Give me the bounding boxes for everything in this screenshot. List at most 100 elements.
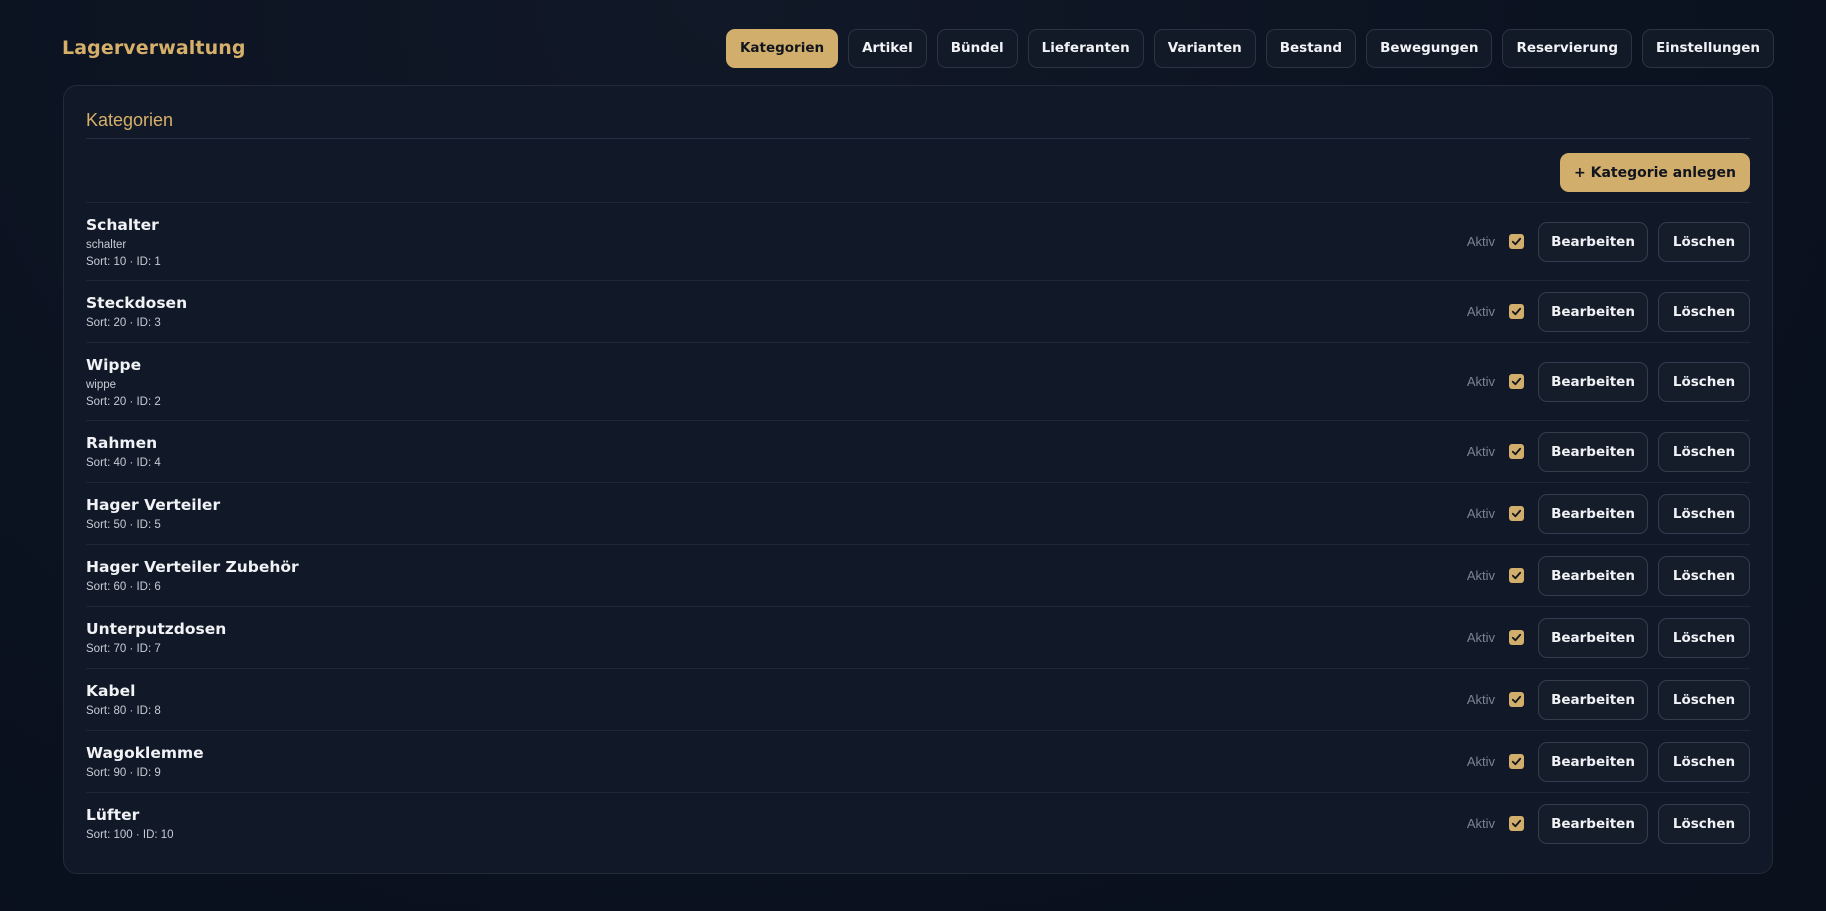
active-checkbox[interactable] — [1509, 304, 1524, 319]
active-checkbox[interactable] — [1509, 630, 1524, 645]
active-checkbox[interactable] — [1509, 506, 1524, 521]
edit-button[interactable]: Bearbeiten — [1538, 741, 1648, 782]
active-checkbox[interactable] — [1509, 816, 1524, 831]
delete-button[interactable]: Löschen — [1658, 741, 1750, 782]
checkmark-icon — [1511, 757, 1522, 766]
edit-button[interactable]: Bearbeiten — [1538, 803, 1648, 844]
row-actions: Aktiv Bearbeiten Löschen — [1466, 555, 1750, 596]
delete-button[interactable]: Löschen — [1658, 679, 1750, 720]
category-row: Steckdosen Sort: 20 · ID: 3 Aktiv Bearbe… — [86, 280, 1750, 342]
tab-bewegungen[interactable]: Bewegungen — [1366, 28, 1493, 68]
row-actions: Aktiv Bearbeiten Löschen — [1466, 431, 1750, 472]
active-label: Aktiv — [1466, 234, 1495, 249]
active-checkbox[interactable] — [1509, 568, 1524, 583]
active-checkbox[interactable] — [1509, 374, 1524, 389]
category-slug: wippe — [86, 378, 117, 391]
category-name: Hager Verteiler — [86, 496, 221, 514]
row-actions: Aktiv Bearbeiten Löschen — [1466, 493, 1750, 534]
category-row: Kabel Sort: 80 · ID: 8 Aktiv Bearbeiten … — [86, 668, 1750, 730]
category-info: Lüfter Sort: 100 · ID: 10 — [86, 806, 174, 841]
checkmark-icon — [1511, 509, 1522, 518]
category-info: Kabel Sort: 80 · ID: 8 — [86, 682, 161, 717]
category-meta: Sort: 90 · ID: 9 — [86, 767, 161, 779]
active-label: Aktiv — [1466, 374, 1495, 389]
tab-kategorien[interactable]: Kategorien — [725, 28, 839, 68]
category-name: Wippe — [86, 355, 142, 374]
category-info: Rahmen Sort: 40 · ID: 4 — [86, 434, 161, 469]
category-row: Hager Verteiler Zubehör Sort: 60 · ID: 6… — [86, 544, 1750, 606]
row-actions: Aktiv Bearbeiten Löschen — [1466, 361, 1750, 402]
category-name: Steckdosen — [86, 294, 188, 312]
panel-title: Kategorien — [86, 110, 174, 130]
delete-button[interactable]: Löschen — [1658, 221, 1750, 262]
active-label: Aktiv — [1466, 444, 1495, 459]
edit-button[interactable]: Bearbeiten — [1538, 555, 1648, 596]
edit-button[interactable]: Bearbeiten — [1538, 617, 1648, 658]
active-label: Aktiv — [1466, 568, 1495, 583]
category-meta: Sort: 20 · ID: 3 — [86, 317, 161, 329]
category-info: Hager Verteiler Zubehör Sort: 60 · ID: 6 — [86, 558, 299, 593]
active-checkbox[interactable] — [1509, 234, 1524, 249]
checkmark-icon — [1511, 377, 1522, 386]
edit-button[interactable]: Bearbeiten — [1538, 291, 1648, 332]
delete-button[interactable]: Löschen — [1658, 361, 1750, 402]
category-row: Wippe wippe Sort: 20 · ID: 2 Aktiv Bearb… — [86, 342, 1750, 420]
category-info: Steckdosen Sort: 20 · ID: 3 — [86, 294, 187, 329]
category-row: Rahmen Sort: 40 · ID: 4 Aktiv Bearbeiten… — [86, 420, 1750, 482]
category-name: Unterputzdosen — [86, 620, 227, 638]
category-meta: Sort: 10 · ID: 1 — [86, 255, 161, 268]
checkmark-icon — [1511, 819, 1522, 828]
tab-varianten[interactable]: Varianten — [1153, 28, 1256, 68]
checkmark-icon — [1511, 307, 1522, 316]
delete-button[interactable]: Löschen — [1658, 431, 1750, 472]
tab-reservierung[interactable]: Reservierung — [1502, 28, 1632, 68]
category-info: Wippe wippe Sort: 20 · ID: 2 — [86, 356, 161, 408]
checkmark-icon — [1511, 633, 1522, 642]
delete-button[interactable]: Löschen — [1658, 617, 1750, 658]
edit-button[interactable]: Bearbeiten — [1538, 431, 1648, 472]
active-checkbox[interactable] — [1509, 754, 1524, 769]
row-actions: Aktiv Bearbeiten Löschen — [1467, 291, 1750, 332]
row-actions: Aktiv Bearbeiten Löschen — [1466, 803, 1750, 844]
active-label: Aktiv — [1466, 506, 1495, 521]
category-info: Wagoklemme Sort: 90 · ID: 9 — [86, 744, 204, 779]
checkmark-icon — [1511, 447, 1522, 456]
active-label: Aktiv — [1466, 754, 1495, 769]
tab-lieferanten[interactable]: Lieferanten — [1027, 28, 1144, 68]
active-checkbox[interactable] — [1509, 444, 1524, 459]
tab-einstellungen[interactable]: Einstellungen — [1641, 28, 1774, 68]
category-row: Unterputzdosen Sort: 70 · ID: 7 Aktiv Be… — [86, 606, 1750, 668]
delete-button[interactable]: Löschen — [1658, 291, 1750, 332]
category-meta: Sort: 60 · ID: 6 — [86, 581, 161, 593]
tab-buendel[interactable]: Bündel — [936, 28, 1018, 68]
edit-button[interactable]: Bearbeiten — [1538, 679, 1648, 720]
category-row: Hager Verteiler Sort: 50 · ID: 5 Aktiv B… — [86, 482, 1750, 544]
category-row: Schalter schalter Sort: 10 · ID: 1 Aktiv… — [86, 202, 1750, 280]
delete-button[interactable]: Löschen — [1658, 493, 1750, 534]
active-label: Aktiv — [1466, 630, 1495, 645]
tab-bestand[interactable]: Bestand — [1265, 28, 1357, 68]
edit-button[interactable]: Bearbeiten — [1538, 493, 1648, 534]
category-row: Lüfter Sort: 100 · ID: 10 Aktiv Bearbeit… — [86, 792, 1750, 854]
delete-button[interactable]: Löschen — [1658, 803, 1750, 844]
app-title: Lagerverwaltung — [62, 37, 246, 59]
category-meta: Sort: 40 · ID: 4 — [86, 457, 161, 469]
active-label: Aktiv — [1466, 692, 1495, 707]
add-category-button[interactable]: + Kategorie anlegen — [1560, 153, 1750, 192]
tab-artikel[interactable]: Artikel — [848, 28, 927, 68]
category-info: Schalter schalter Sort: 10 · ID: 1 — [86, 216, 161, 268]
active-label: Aktiv — [1466, 816, 1495, 831]
category-name: Schalter — [86, 215, 159, 234]
row-actions: Aktiv Bearbeiten Löschen — [1466, 221, 1750, 262]
top-bar: Lagerverwaltung Kategorien Artikel Bünde… — [62, 28, 1774, 68]
category-name: Wagoklemme — [86, 744, 204, 762]
active-checkbox[interactable] — [1509, 692, 1524, 707]
category-row: Wagoklemme Sort: 90 · ID: 9 Aktiv Bearbe… — [86, 730, 1750, 792]
category-meta: Sort: 50 · ID: 5 — [86, 519, 161, 531]
delete-button[interactable]: Löschen — [1658, 555, 1750, 596]
checkmark-icon — [1511, 695, 1522, 704]
categories-panel: Kategorien + Kategorie anlegen Schalter … — [63, 85, 1773, 874]
edit-button[interactable]: Bearbeiten — [1538, 221, 1648, 262]
edit-button[interactable]: Bearbeiten — [1538, 361, 1648, 402]
category-list: Schalter schalter Sort: 10 · ID: 1 Aktiv… — [86, 202, 1750, 854]
